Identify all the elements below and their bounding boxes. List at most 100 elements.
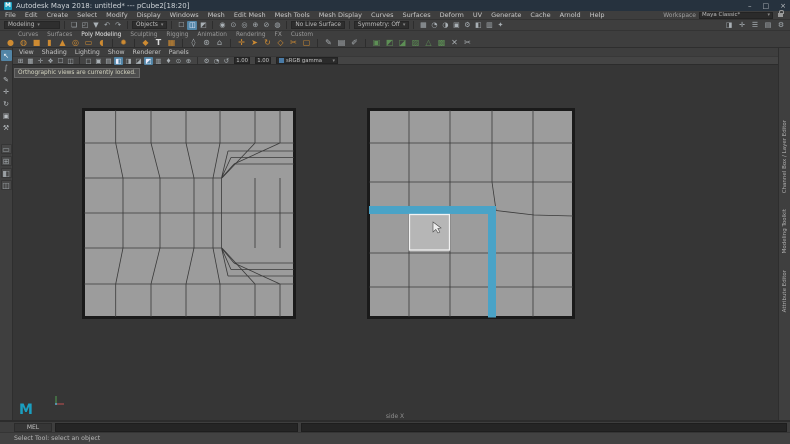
tool-icon[interactable]: ✎ [1,74,12,85]
shelf-icon[interactable] [112,39,113,47]
panel-menu-item[interactable]: Renderer [133,49,161,56]
viewport-toolbar-icon[interactable]: ◧ [114,56,123,65]
file-op-icon[interactable]: ↷ [113,21,123,30]
viewport-toolbar-icon[interactable]: ❖ [46,57,55,65]
shelf-icon[interactable]: ● [4,38,17,48]
menu-item[interactable]: Display [137,11,161,19]
shelf-icon[interactable]: ▨ [409,38,422,48]
viewport-toolbar-icon[interactable]: ⊞ [16,57,25,65]
render-icon[interactable]: ◑ [440,21,450,30]
shelf-icon[interactable]: ✂ [461,38,474,48]
layout-button[interactable]: ◫ [0,180,12,190]
menu-item[interactable]: Create [46,11,68,19]
shelf-icon[interactable] [134,39,135,47]
workspace-select[interactable]: Maya Classic* ▾ [699,11,773,19]
viewport-toolbar-icon[interactable]: ▦ [26,57,35,65]
viewport-toolbar-icon[interactable]: □ [84,57,93,65]
viewport-toolbar-icon[interactable]: ◩ [144,56,153,65]
right-viewport-mesh[interactable] [367,108,575,319]
shelf-icon[interactable]: ◪ [396,38,409,48]
viewport-toolbar-icon[interactable] [79,56,80,64]
shelf-icon[interactable]: ✐ [348,38,361,48]
viewport-toolbar-icon[interactable]: ⊙ [174,57,183,65]
shelf-icon[interactable]: ▲ [56,38,69,48]
layout-button[interactable]: ▭ [0,144,12,154]
menu-item[interactable]: Deform [440,11,464,19]
menu-item[interactable]: Generate [491,11,521,19]
shelf-icon[interactable]: ✹ [117,38,130,48]
menu-item[interactable]: Curves [371,11,394,19]
snap-icon[interactable]: ⊙ [228,21,238,30]
viewport-toolbar-icon[interactable]: ⊕ [184,57,193,65]
shelf-icon[interactable]: ✎ [322,38,335,48]
viewport-toolbar-icon[interactable]: ⚙ [202,57,211,65]
tool-icon[interactable]: ∫ [1,62,12,73]
tool-icon[interactable]: ▣ [1,110,12,121]
minimize-button[interactable]: – [748,2,752,10]
viewport-toolbar-icon[interactable]: ▥ [154,57,163,65]
sidebar-toggle-icon[interactable]: ☰ [750,21,760,30]
panel-menu-item[interactable]: Shading [42,49,67,56]
shelf-icon[interactable]: ◍ [17,38,30,48]
sidebar-toggle-icon[interactable]: ▤ [763,21,773,30]
render-icon[interactable]: ▣ [451,21,461,30]
viewport-toolbar-icon[interactable]: ▣ [94,57,103,65]
snap-icon[interactable]: ⊘ [261,21,271,30]
menu-item[interactable]: Mesh Tools [275,11,310,19]
selection-mask-icon[interactable]: ◫ [187,20,198,30]
tool-icon[interactable]: ↖ [0,50,12,61]
shelf-icon[interactable]: ▩ [435,38,448,48]
shelf-icon[interactable] [182,39,183,47]
layout-button[interactable]: ⊞ [0,156,12,166]
menu-item[interactable]: Windows [170,11,199,19]
menu-item[interactable]: Edit [25,11,38,19]
exposure-field[interactable]: 1.00 [234,57,250,64]
shelf-icon[interactable] [317,39,318,47]
symmetry-select[interactable]: Symmetry: Off ▾ [353,21,410,29]
sidebar-toggle-icon[interactable]: ✛ [737,21,747,30]
shelf-icon[interactable]: ◇ [274,38,287,48]
shelf-icon[interactable]: ✕ [448,38,461,48]
snap-icon[interactable]: ◉ [217,21,227,30]
viewport-toolbar-icon[interactable]: ▤ [104,57,113,65]
shelf-icon[interactable]: ◎ [69,38,82,48]
menu-item[interactable]: Modify [106,11,128,19]
shelf-icon[interactable]: ▣ [370,38,383,48]
command-input[interactable] [55,422,298,432]
shelf-icon[interactable]: ✂ [287,38,300,48]
shelf-icon[interactable]: ➤ [248,38,261,48]
viewport-canvas[interactable]: Orthographic views are currently locked. [13,65,778,420]
menu-item[interactable]: Cache [530,11,550,19]
sidebar-tab[interactable]: Channel Box / Layer Editor [782,120,788,193]
viewport-toolbar-icon[interactable]: ☐ [56,57,65,65]
preselect-face-highlight[interactable] [408,213,451,251]
menu-item[interactable]: File [5,11,16,19]
panel-menu-item[interactable]: Lighting [75,49,100,56]
selection-mask-icon[interactable]: ◩ [198,21,208,30]
shelf-icon[interactable]: ■ [30,38,43,48]
snap-icon[interactable]: ◍ [272,21,282,30]
sidebar-toggle-icon[interactable]: ⚙ [776,21,786,30]
viewport-toolbar-icon[interactable]: ♦ [164,57,173,65]
panel-menu-item[interactable]: View [19,49,34,56]
viewport-toolbar-icon[interactable]: ↺ [222,57,231,65]
file-op-icon[interactable]: ▼ [91,21,101,30]
gamma-field[interactable]: 1.00 [255,57,271,64]
close-button[interactable]: × [780,2,786,10]
shelf-icon[interactable]: ✛ [235,38,248,48]
shelf-icon[interactable]: △ [422,38,435,48]
shelf-icon[interactable] [230,39,231,47]
menu-item[interactable]: Arnold [560,11,581,19]
shelf-icon[interactable]: ◊ [187,38,200,48]
sidebar-tab[interactable]: Modeling Toolkit [782,209,788,253]
selection-mode-select[interactable]: Objects ▾ [132,21,168,29]
shelf-icon[interactable]: ◩ [383,38,396,48]
render-icon[interactable]: ⚙ [462,21,472,30]
selection-mask-icon[interactable]: ☐ [176,21,186,30]
view-transform-select[interactable]: sRGB gamma ▾ [276,57,338,64]
maximize-button[interactable]: □ [763,2,770,10]
file-op-icon[interactable]: ↶ [102,21,112,30]
snap-icon[interactable]: ⊕ [250,21,260,30]
shelf-icon[interactable]: ▦ [165,38,178,48]
render-icon[interactable]: ✦ [495,21,505,30]
